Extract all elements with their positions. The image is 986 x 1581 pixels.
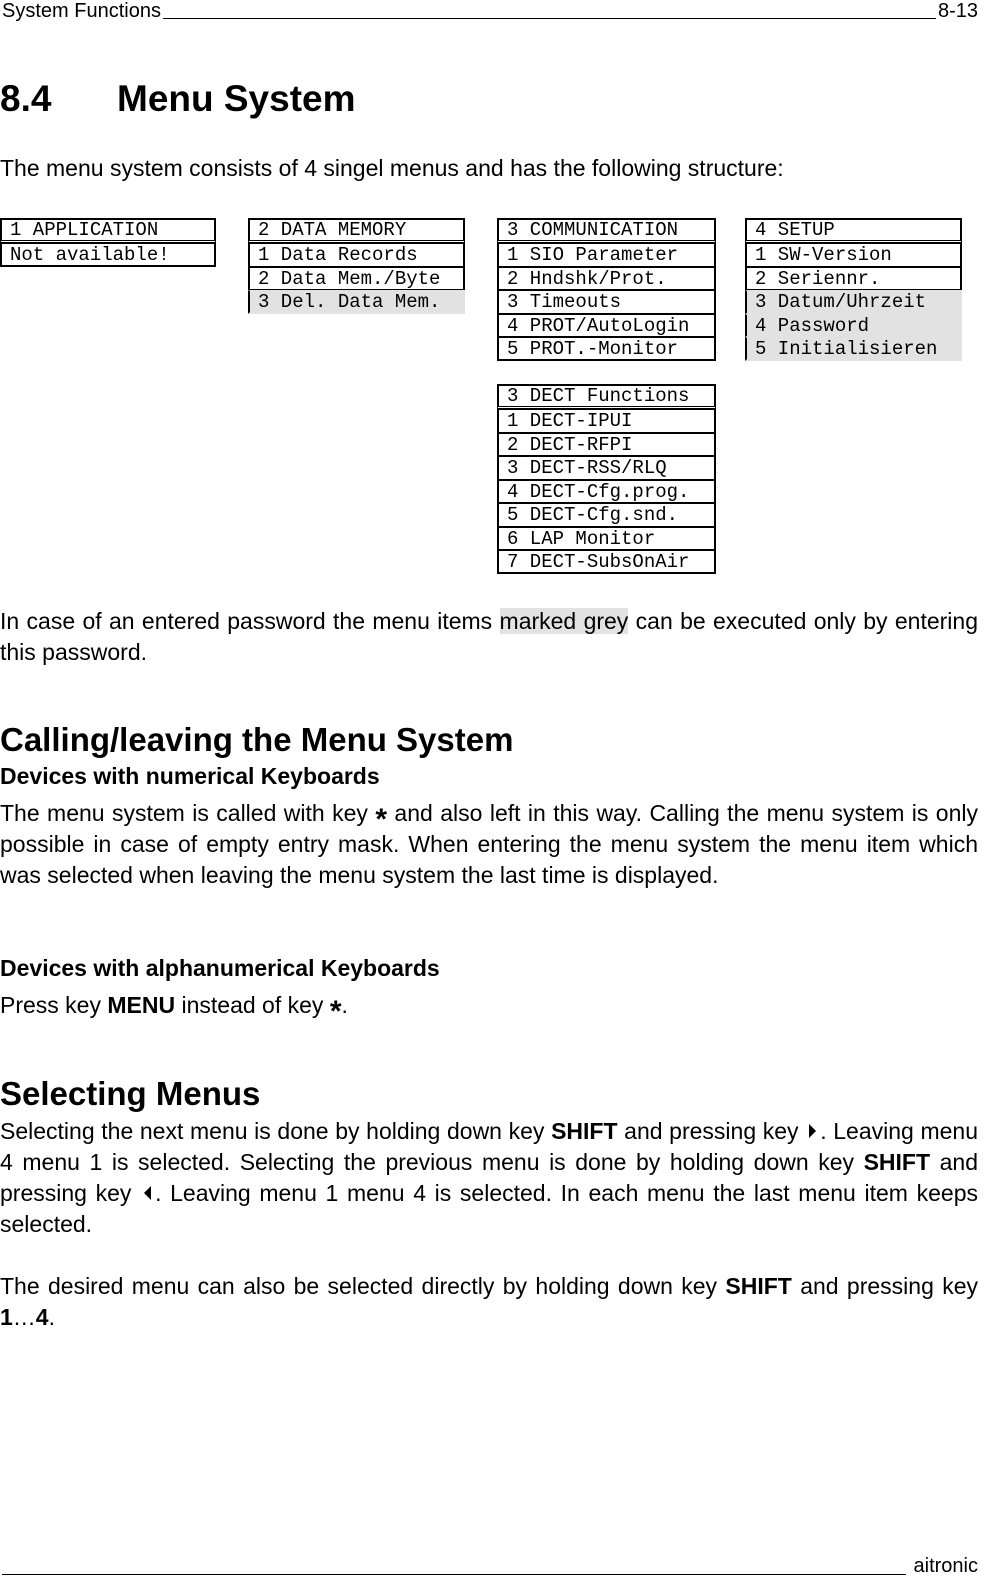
- menu-item: 3 Timeouts: [497, 290, 716, 314]
- shift-key: SHIFT: [725, 1273, 792, 1299]
- menu-item: 4 Password: [745, 313, 962, 337]
- page-header: System Functions 8-13: [2, 0, 978, 22]
- header-rule: [162, 0, 936, 19]
- section-title: 8.4 Menu System: [0, 78, 356, 120]
- section-number: 8.4: [0, 78, 52, 119]
- menu-item: 3 Del. Data Mem.: [248, 290, 465, 314]
- menu-title: 4 SETUP: [745, 218, 962, 243]
- header-section: System Functions: [2, 0, 161, 22]
- direct-selection-text: The desired menu can also be selected di…: [0, 1273, 979, 1330]
- password-note: In case of an entered password the menu …: [0, 608, 978, 665]
- header-page-number: 8-13: [937, 0, 978, 22]
- menu-item: 6 LAP Monitor: [497, 526, 716, 550]
- menu-item: 5 PROT.-Monitor: [497, 337, 716, 361]
- menu-item: 2 Seriennr.: [745, 266, 962, 290]
- menu-title: 1 APPLICATION: [0, 218, 216, 243]
- menu-item: 1 Data Records: [248, 243, 465, 267]
- menu-item: 5 DECT-Cfg.snd.: [497, 503, 716, 527]
- footer-company: aitronic: [913, 1555, 978, 1577]
- selecting-text: Selecting the next menu is done by holdi…: [0, 1118, 979, 1237]
- right-arrow-key-icon: [809, 1124, 817, 1138]
- menu-item: 1 DECT-IPUI: [497, 409, 716, 433]
- section-title-text: Menu System: [117, 78, 356, 119]
- numerical-keyboards-text: The menu system is called with key * and…: [0, 800, 978, 888]
- left-arrow-key-icon: [144, 1186, 152, 1200]
- menu-item: Not available!: [0, 243, 216, 267]
- asterisk-key-icon: *: [329, 995, 342, 1028]
- menu-item: 1 SW-Version: [745, 243, 962, 267]
- menu-application: 1 APPLICATION Not available!: [0, 218, 216, 267]
- shift-key: SHIFT: [863, 1149, 931, 1175]
- menu-setup: 4 SETUP 1 SW-Version 2 Seriennr. 3 Datum/Uh…: [745, 218, 962, 361]
- menu-title: 3 COMMUNICATION: [497, 218, 716, 243]
- menu-title: 2 DATA MEMORY: [248, 218, 465, 243]
- menu-key: MENU: [107, 992, 176, 1018]
- menu-item: 7 DECT-SubsOnAir: [497, 550, 716, 574]
- menu-item: 2 DECT-RFPI: [497, 432, 716, 456]
- numerical-keyboards-heading: Devices with numerical Keyboards: [0, 763, 380, 789]
- selecting-heading: Selecting Menus: [0, 1075, 261, 1112]
- menu-item: 3 Datum/Uhrzeit: [745, 290, 962, 314]
- menu-item: 2 Hndshk/Prot.: [497, 266, 716, 290]
- menu-data-memory: 2 DATA MEMORY 1 Data Records 2 Data Mem./B…: [248, 218, 465, 314]
- alphanumerical-keyboards-heading: Devices with alphanumerical Keyboards: [0, 955, 440, 981]
- menu-item: 3 DECT-RSS/RLQ: [497, 456, 716, 480]
- menu-item: 4 PROT/AutoLogin: [497, 313, 716, 337]
- shift-key: SHIFT: [551, 1118, 618, 1144]
- menu-item: 4 DECT-Cfg.prog.: [497, 479, 716, 503]
- page-footer: aitronic: [2, 1552, 978, 1578]
- key-4: 4: [35, 1304, 49, 1330]
- menu-item: 5 Initialisieren: [745, 337, 962, 361]
- menu-item: 1 SIO Parameter: [497, 243, 716, 267]
- intro-text: The menu system consists of 4 singel men…: [0, 155, 784, 181]
- alphanumerical-keyboards-text: Press key MENU instead of key *.: [0, 992, 348, 1028]
- footer-rule: [2, 1574, 906, 1575]
- menu-item: 2 Data Mem./Byte: [248, 266, 465, 290]
- menu-title: 3 DECT Functions: [497, 384, 716, 409]
- menu-communication: 3 COMMUNICATION 1 SIO Parameter 2 Hndshk/P…: [497, 218, 716, 361]
- key-1: 1: [0, 1304, 13, 1330]
- grey-marker-sample: marked grey: [499, 608, 629, 634]
- calling-heading: Calling/leaving the Menu System: [0, 721, 514, 758]
- menu-dect-functions: 3 DECT Functions 1 DECT-IPUI 2 DECT-RFPI 3 …: [497, 384, 716, 574]
